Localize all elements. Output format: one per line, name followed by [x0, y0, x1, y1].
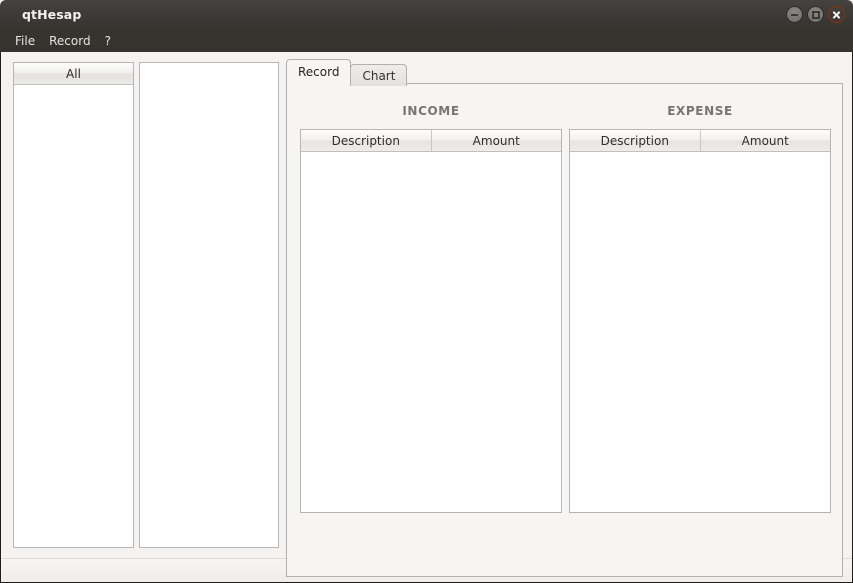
expense-column-amount[interactable]: Amount — [700, 130, 830, 152]
menu-item-file[interactable]: File — [8, 32, 42, 50]
income-column-amount[interactable]: Amount — [431, 130, 561, 152]
main-content: All Record Chart INCOME EXPENSE Descript… — [0, 52, 853, 583]
income-section-title: INCOME — [402, 104, 460, 118]
record-tab-pane: INCOME EXPENSE Description Amount Descri… — [286, 83, 843, 577]
menu-item-help[interactable]: ? — [98, 32, 118, 50]
income-table[interactable]: Description Amount — [300, 129, 562, 513]
expense-column-description[interactable]: Description — [570, 130, 701, 152]
minimize-button[interactable] — [786, 6, 803, 23]
menu-bar: File Record ? — [0, 30, 853, 52]
window-title: qtHesap — [22, 7, 82, 22]
tab-bar: Record Chart — [286, 59, 408, 86]
maximize-icon — [811, 10, 820, 19]
window-controls — [786, 6, 845, 23]
maximize-button[interactable] — [807, 6, 824, 23]
title-bar[interactable]: qtHesap — [0, 0, 853, 30]
expense-table-header: Description Amount — [570, 130, 830, 152]
category-list-header[interactable]: All — [14, 63, 133, 85]
category-list[interactable]: All — [13, 62, 134, 548]
close-button[interactable] — [828, 6, 845, 23]
expense-table[interactable]: Description Amount — [569, 129, 831, 513]
tab-widget: Record Chart INCOME EXPENSE Description … — [286, 59, 843, 583]
menu-item-record[interactable]: Record — [42, 32, 97, 50]
tab-chart[interactable]: Chart — [350, 64, 408, 86]
application-window: qtHesap File Record ? All Record Chart I… — [0, 0, 853, 583]
income-table-header: Description Amount — [301, 130, 561, 152]
entry-list[interactable] — [139, 62, 279, 548]
income-column-description[interactable]: Description — [301, 130, 432, 152]
tab-record[interactable]: Record — [286, 59, 352, 84]
close-icon — [832, 10, 841, 19]
expense-section-title: EXPENSE — [667, 104, 733, 118]
minimize-icon — [791, 13, 798, 16]
